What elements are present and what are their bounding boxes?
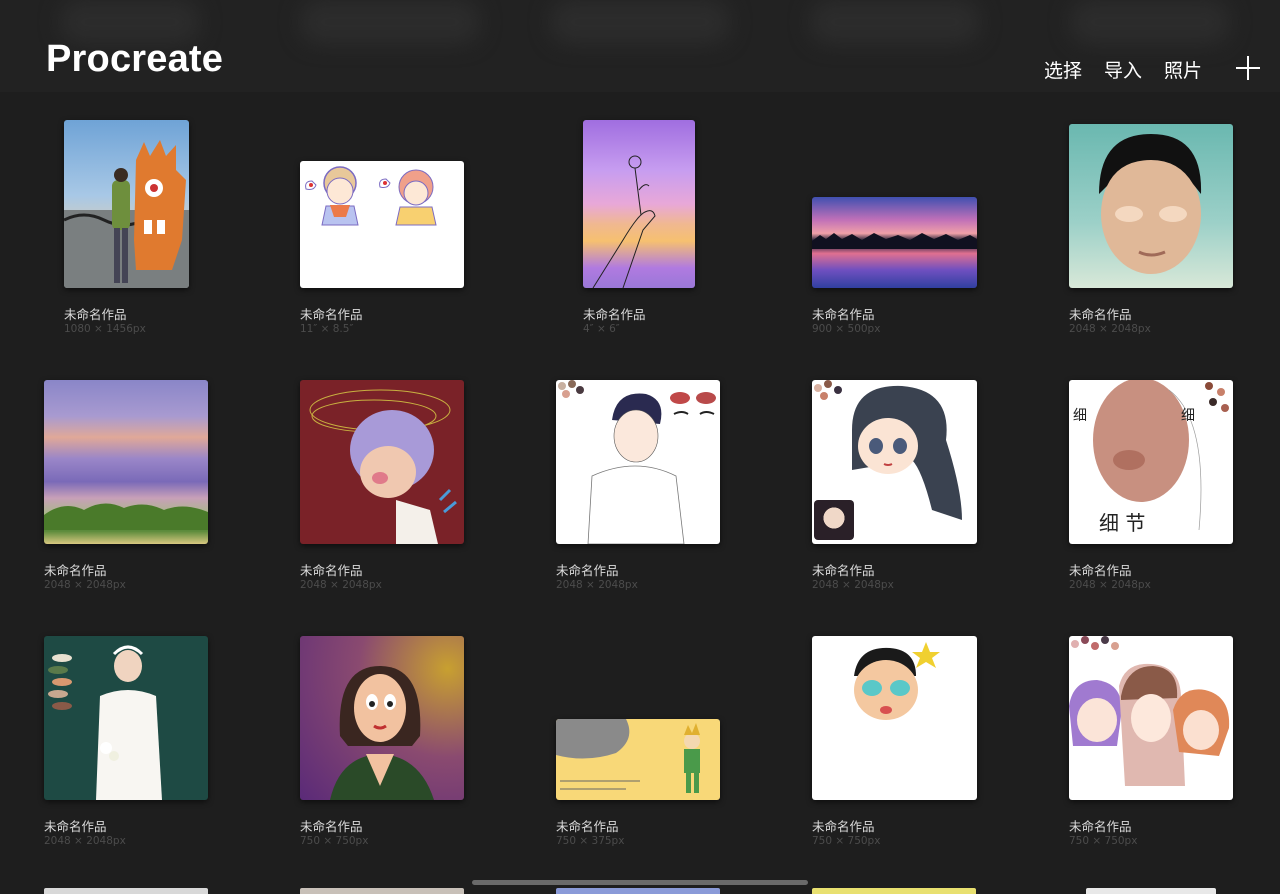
blurred-background (550, 0, 730, 44)
artwork-dimensions: 4″ × 6″ (583, 323, 620, 335)
artwork-thumbnail[interactable] (556, 380, 720, 544)
artwork-title[interactable]: 未命名作品 (1069, 816, 1132, 835)
artwork-thumbnail[interactable] (44, 636, 208, 800)
artwork-title[interactable]: 未命名作品 (583, 304, 646, 323)
artwork-dimensions: 1080 × 1456px (64, 323, 146, 335)
scroll-indicator[interactable] (472, 880, 808, 885)
artwork-title[interactable]: 未命名作品 (300, 560, 363, 579)
svg-text:细: 细 (1073, 408, 1087, 424)
artwork-title[interactable]: 未命名作品 (44, 816, 107, 835)
artwork-thumbnail[interactable] (583, 120, 695, 288)
artwork-thumbnail[interactable] (44, 380, 208, 544)
blurred-background (1070, 0, 1230, 44)
artwork-thumbnail[interactable] (812, 636, 977, 800)
artwork-thumbnail[interactable] (64, 120, 189, 288)
artwork-thumbnail[interactable]: 细 细 细 节 (1069, 380, 1233, 544)
artwork-thumbnail-peek[interactable] (1086, 888, 1216, 894)
svg-text:细 节: 细 节 (1099, 511, 1145, 535)
artwork-title[interactable]: 未命名作品 (1069, 304, 1132, 323)
artwork-thumbnail[interactable] (1069, 124, 1233, 288)
select-button[interactable]: 选择 (1044, 56, 1082, 83)
artwork-dimensions: 2048 × 2048px (812, 579, 894, 591)
artwork-dimensions: 2048 × 2048px (300, 579, 382, 591)
young-man-sketch-icon (558, 380, 716, 544)
import-button[interactable]: 导入 (1104, 56, 1142, 83)
artwork-title[interactable]: 未命名作品 (1069, 560, 1132, 579)
artwork-dimensions: 2048 × 2048px (1069, 579, 1151, 591)
svg-text:细: 细 (1181, 408, 1195, 424)
blurred-background (300, 0, 480, 44)
reference-photo-thumbnail (814, 500, 854, 540)
face-study-icon: 细 细 细 节 (1073, 380, 1229, 535)
artwork-dimensions: 2048 × 2048px (556, 579, 638, 591)
top-bar: Procreate 选择 导入 照片 (0, 0, 1280, 92)
artwork-thumbnail[interactable] (812, 197, 977, 288)
plus-icon[interactable] (1236, 56, 1260, 80)
artwork-dimensions: 750 × 750px (300, 835, 369, 847)
man-portrait-icon (1099, 134, 1202, 274)
artwork-title[interactable]: 未命名作品 (44, 560, 107, 579)
artwork-thumbnail[interactable] (1069, 636, 1233, 800)
sunset-reflection-icon (812, 233, 977, 249)
woman-portrait-icon (330, 666, 434, 800)
artwork-thumbnail-peek[interactable] (556, 888, 720, 894)
artwork-title[interactable]: 未命名作品 (556, 816, 619, 835)
artwork-title[interactable]: 未命名作品 (812, 304, 875, 323)
artwork-title[interactable]: 未命名作品 (300, 816, 363, 835)
artwork-dimensions: 2048 × 2048px (44, 835, 126, 847)
photos-button[interactable]: 照片 (1164, 56, 1202, 83)
hand-rose-icon (592, 155, 656, 288)
artwork-thumbnail[interactable] (300, 161, 464, 288)
artwork-dimensions: 2048 × 2048px (1069, 323, 1151, 335)
cartoon-couple-icon (305, 166, 437, 226)
artwork-thumbnail-peek[interactable] (812, 888, 976, 894)
artwork-title[interactable]: 未命名作品 (300, 304, 363, 323)
blurred-background (810, 0, 980, 44)
artwork-dimensions: 900 × 500px (812, 323, 881, 335)
artwork-title[interactable]: 未命名作品 (812, 816, 875, 835)
artwork-thumbnail[interactable] (812, 380, 977, 544)
little-prince-icon (556, 719, 700, 793)
artwork-thumbnail-peek[interactable] (44, 888, 208, 894)
artwork-dimensions: 750 × 375px (556, 835, 625, 847)
artwork-thumbnail[interactable] (300, 380, 464, 544)
artwork-dimensions: 11″ × 8.5″ (300, 323, 354, 335)
artwork-thumbnail[interactable] (300, 636, 464, 800)
artwork-dimensions: 750 × 750px (812, 835, 881, 847)
boy-portrait-icon (309, 389, 457, 544)
artwork-title[interactable]: 未命名作品 (64, 304, 127, 323)
artwork-dimensions: 750 × 750px (1069, 835, 1138, 847)
artwork-dimensions: 2048 × 2048px (44, 579, 126, 591)
artwork-title[interactable]: 未命名作品 (556, 560, 619, 579)
landscape-painting-icon (44, 503, 208, 530)
artwork-thumbnail-peek[interactable] (300, 888, 464, 894)
artwork-thumbnail[interactable] (556, 719, 720, 800)
cartoon-boy-icon (854, 642, 940, 720)
artwork-title[interactable]: 未命名作品 (812, 560, 875, 579)
app-title: Procreate (46, 38, 224, 80)
three-girls-icon (1069, 636, 1230, 786)
monster-photo-icon (64, 140, 189, 288)
bride-portrait-icon (48, 645, 162, 800)
